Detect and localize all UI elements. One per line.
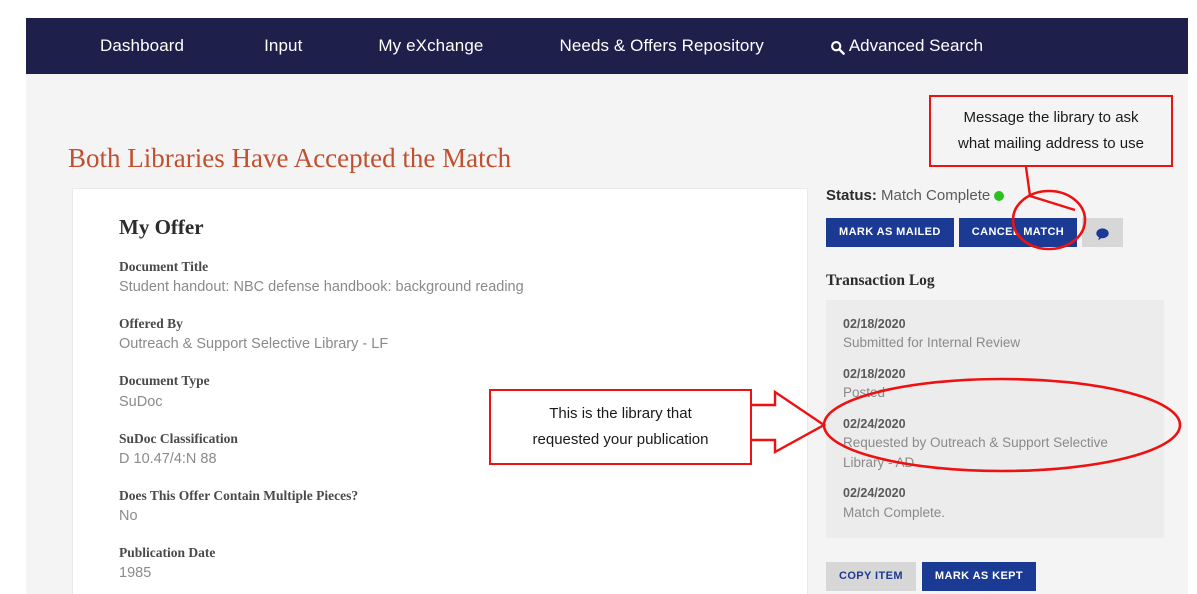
field-document-title: Document Title Student handout: NBC defe…: [119, 258, 773, 298]
field-offered-by: Offered By Outreach & Support Selective …: [119, 315, 773, 355]
transaction-log-entry: 02/24/2020 Requested by Outreach & Suppo…: [843, 416, 1147, 473]
mark-as-mailed-button[interactable]: MARK AS MAILED: [826, 218, 954, 247]
nav-item-dashboard[interactable]: Dashboard: [100, 36, 184, 56]
nav-items-container: Dashboard Input My eXchange Needs & Offe…: [100, 18, 983, 74]
log-entry-text: Submitted for Internal Review: [843, 335, 1021, 350]
speech-bubble-icon: [1094, 225, 1111, 241]
match-action-buttons: MARK AS MAILED CANCEL MATCH: [826, 218, 1166, 247]
transaction-log-heading: Transaction Log: [826, 272, 935, 289]
status-label: Status:: [826, 187, 877, 204]
status-value: Match Complete: [881, 187, 991, 204]
log-entry-date: 02/18/2020: [843, 366, 906, 381]
field-label: Document Type: [119, 373, 210, 389]
field-label: Does This Offer Contain Multiple Pieces?: [119, 487, 359, 503]
transaction-log-entry: 02/24/2020 Match Complete.: [843, 485, 1147, 522]
nav-item-advanced-search[interactable]: Advanced Search: [830, 36, 983, 56]
field-label: Offered By: [119, 316, 183, 332]
copy-item-button[interactable]: COPY ITEM: [826, 562, 916, 592]
advanced-search-label: Advanced Search: [848, 36, 984, 55]
log-entry-date: 02/18/2020: [843, 316, 906, 331]
transaction-log-entry: 02/18/2020 Submitted for Internal Review: [843, 316, 1147, 353]
log-entry-text: Requested by Outreach & Support Selectiv…: [843, 435, 1108, 470]
mark-as-kept-button[interactable]: MARK AS KEPT: [921, 562, 1037, 592]
field-publication-date: Publication Date 1985: [119, 544, 773, 584]
nav-item-input[interactable]: Input: [264, 36, 302, 56]
screenshot-root: Dashboard Input My eXchange Needs & Offe…: [0, 0, 1197, 594]
offer-section-title: My Offer: [119, 215, 204, 239]
nav-item-needs-offers-repository[interactable]: Needs & Offers Repository: [559, 36, 763, 56]
cancel-match-button[interactable]: CANCEL MATCH: [958, 218, 1078, 247]
annotation-note-message-library: Message the library to ask what mailing …: [929, 95, 1173, 167]
status-badge: Status: Match Complete: [826, 188, 1166, 203]
field-value: Outreach & Support Selective Library - L…: [119, 336, 389, 353]
page-title: Both Libraries Have Accepted the Match: [68, 143, 512, 173]
field-value: Student handout: NBC defense handbook: b…: [119, 279, 524, 296]
nav-item-my-exchange[interactable]: My eXchange: [378, 36, 483, 56]
annotation-line: This is the library that: [549, 404, 692, 422]
annotation-line: Message the library to ask: [963, 108, 1139, 126]
annotation-line: what mailing address to use: [958, 135, 1144, 152]
transaction-log-entry: 02/18/2020 Posted: [843, 366, 1147, 403]
match-sidebar: Status: Match Complete MARK AS MAILED CA…: [826, 188, 1166, 592]
annotation-note-requesting-library: This is the library that requested your …: [489, 389, 752, 465]
log-entry-text: Posted: [843, 385, 886, 401]
transaction-log-list: 02/18/2020 Submitted for Internal Review…: [826, 299, 1164, 539]
field-value: No: [119, 508, 138, 525]
annotation-line: requested your publication: [532, 431, 709, 448]
field-value: 1985: [119, 565, 152, 582]
log-entry-text: Match Complete.: [843, 504, 946, 520]
field-label: Document Title: [119, 259, 209, 274]
top-navigation-bar: Dashboard Input My eXchange Needs & Offe…: [26, 18, 1188, 74]
log-entry-date: 02/24/2020: [843, 486, 906, 501]
log-entry-date: 02/24/2020: [843, 416, 906, 431]
status-dot-icon: [994, 191, 1005, 201]
item-action-buttons: COPY ITEM MARK AS KEPT: [826, 562, 1166, 592]
search-icon: [830, 40, 845, 55]
message-library-button[interactable]: [1082, 218, 1124, 247]
field-label: Publication Date: [119, 545, 216, 561]
field-multiple-pieces: Does This Offer Contain Multiple Pieces?…: [119, 487, 773, 527]
